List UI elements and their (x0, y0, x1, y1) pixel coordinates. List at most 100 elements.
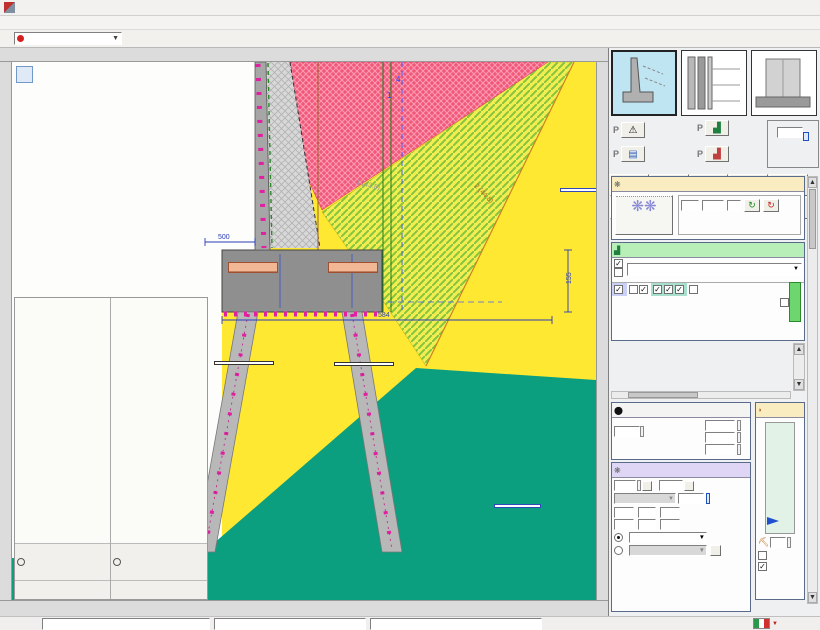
panel-scrollbar[interactable]: ▲ ▼ (807, 176, 818, 604)
palo1-fs-chart (15, 298, 110, 544)
anim-a-field[interactable] (702, 200, 724, 211)
winkler-field[interactable] (614, 480, 636, 491)
drawing-area[interactable]: 1 4 -5.2 (0, 48, 608, 616)
coef-fond-field[interactable] (660, 507, 680, 518)
key-icon: P (697, 149, 703, 159)
avvia-calcolo-button[interactable]: ❋❋ (615, 195, 673, 235)
geo-toggle (780, 282, 801, 322)
pressure-arrow-icon (767, 517, 779, 525)
key-icon: P (613, 125, 619, 135)
maximize-button[interactable] (772, 1, 794, 15)
coef-pendio-field[interactable] (660, 519, 680, 530)
palo2-tag (328, 262, 378, 273)
language-flag-icon[interactable] (753, 618, 770, 629)
default-button-row: P ⚠ (613, 122, 647, 138)
visualizza-checkbox[interactable] (614, 259, 623, 268)
minimize-button[interactable] (750, 1, 772, 15)
forze-checkbox[interactable] (758, 562, 767, 571)
dim-500: 500 (218, 234, 230, 241)
k0-dropdown[interactable]: ▼ (629, 545, 707, 556)
sisma-dropdown[interactable]: ▼ (629, 532, 707, 543)
chart-icon: ▟ (614, 246, 620, 255)
tens-checkbox[interactable] (689, 285, 698, 294)
aderenza-terra-field[interactable] (638, 519, 656, 530)
deformazioni-box: ↻ ↻ (678, 195, 801, 235)
k0-radio[interactable] (614, 546, 623, 555)
pile2-note (334, 362, 394, 366)
assi-checkbox[interactable] (614, 268, 623, 277)
origin-icon[interactable] (16, 66, 33, 83)
play-animation-button[interactable]: ↻ (744, 199, 760, 212)
anim-sec-field[interactable] (727, 200, 741, 211)
dnt-checkbox[interactable] (664, 285, 673, 294)
toolbar: ▼ (0, 30, 820, 48)
palo2-fs-chart (111, 298, 207, 544)
coeff-idraulica-field[interactable] (659, 480, 683, 491)
armatura-button[interactable]: ▤ (621, 146, 645, 162)
key-icon: P (697, 123, 703, 133)
view-pianta[interactable] (681, 50, 747, 116)
table-hscrollbar[interactable] (611, 391, 791, 399)
scroll-down-icon[interactable]: ▼ (808, 592, 817, 603)
results-table-wrap: ▲ ▼ (611, 343, 805, 399)
geo-checkbox[interactable] (780, 298, 789, 307)
coeff-less-button[interactable] (684, 481, 694, 491)
interasse-unit (803, 132, 809, 141)
info-poligoni-checkbox[interactable] (758, 551, 767, 560)
pesi-group: ⬤ (611, 402, 751, 460)
tir-checkbox[interactable] (614, 285, 623, 294)
case-selector-combo[interactable]: ▼ (14, 32, 122, 45)
risultati-strutturali-button[interactable]: ▟ (705, 120, 729, 136)
geo-box (789, 282, 801, 322)
palo2-legend (111, 544, 207, 581)
model-canvas[interactable]: 1 4 -5.2 (12, 62, 596, 600)
default-button[interactable]: ⚠ (621, 122, 645, 138)
attrito-2-field[interactable] (614, 519, 634, 530)
not-verified-status-icon (113, 558, 121, 566)
ka-radio[interactable] (614, 533, 623, 542)
pesi-row-fusto (669, 420, 748, 431)
view-sezione[interactable] (611, 50, 677, 116)
palo2-title (329, 263, 377, 272)
palo1-title (229, 263, 277, 272)
scroll-down-icon[interactable]: ▼ (794, 379, 804, 390)
spinte-icon: ◗ (758, 407, 762, 414)
vinc-checkbox-1[interactable] (629, 285, 638, 294)
chevron-down-icon: ▼ (793, 266, 799, 272)
close-button[interactable] (794, 1, 816, 15)
workspace: 1 4 -5.2 (0, 48, 820, 616)
anchor-label-1: 1 (387, 91, 392, 100)
stop-animation-button[interactable]: ↻ (763, 199, 779, 212)
vinc-checkbox-2[interactable] (639, 285, 648, 294)
peso-volume-field[interactable] (614, 426, 640, 437)
menu-bar (0, 16, 820, 30)
ali-checkbox[interactable] (675, 285, 684, 294)
view-prospetto[interactable] (751, 50, 817, 116)
chevron-down-icon: ▼ (112, 35, 119, 42)
spinta-diagram (765, 422, 795, 534)
table-vscrollbar[interactable]: ▲ ▼ (793, 343, 805, 391)
attrito-1-field[interactable] (614, 507, 634, 518)
chevron-down-icon[interactable]: ▼ (772, 621, 778, 627)
spinte-offset-field[interactable] (770, 537, 786, 548)
scroll-up-icon[interactable]: ▲ (794, 344, 804, 355)
risultati-group: ▟ ▼ (611, 242, 805, 341)
risultati-completi-button[interactable]: ▟ (705, 146, 729, 162)
dim-584: 584 (378, 312, 390, 319)
aderenza-muro-field[interactable] (638, 507, 656, 518)
component-grid (612, 280, 804, 282)
help-button[interactable] (710, 545, 721, 556)
interasse-value[interactable] (777, 127, 803, 138)
risultati-completi-row: P ▟ (697, 146, 769, 162)
caso-dropdown[interactable]: ▼ (627, 263, 802, 276)
toggles-row (612, 282, 804, 296)
verified-status-icon (17, 558, 25, 566)
excavator-icon: ⛏ (758, 537, 769, 548)
winkler-less-button[interactable] (642, 481, 652, 491)
scroll-up-icon[interactable]: ▲ (808, 177, 817, 188)
gear-icon: ❋ (614, 180, 621, 189)
fs-verification-panel (14, 297, 208, 600)
pali-checkbox[interactable] (653, 285, 662, 294)
rigidezza-dropdown[interactable]: ▼ (614, 493, 676, 504)
anim-da-field[interactable] (681, 200, 699, 211)
